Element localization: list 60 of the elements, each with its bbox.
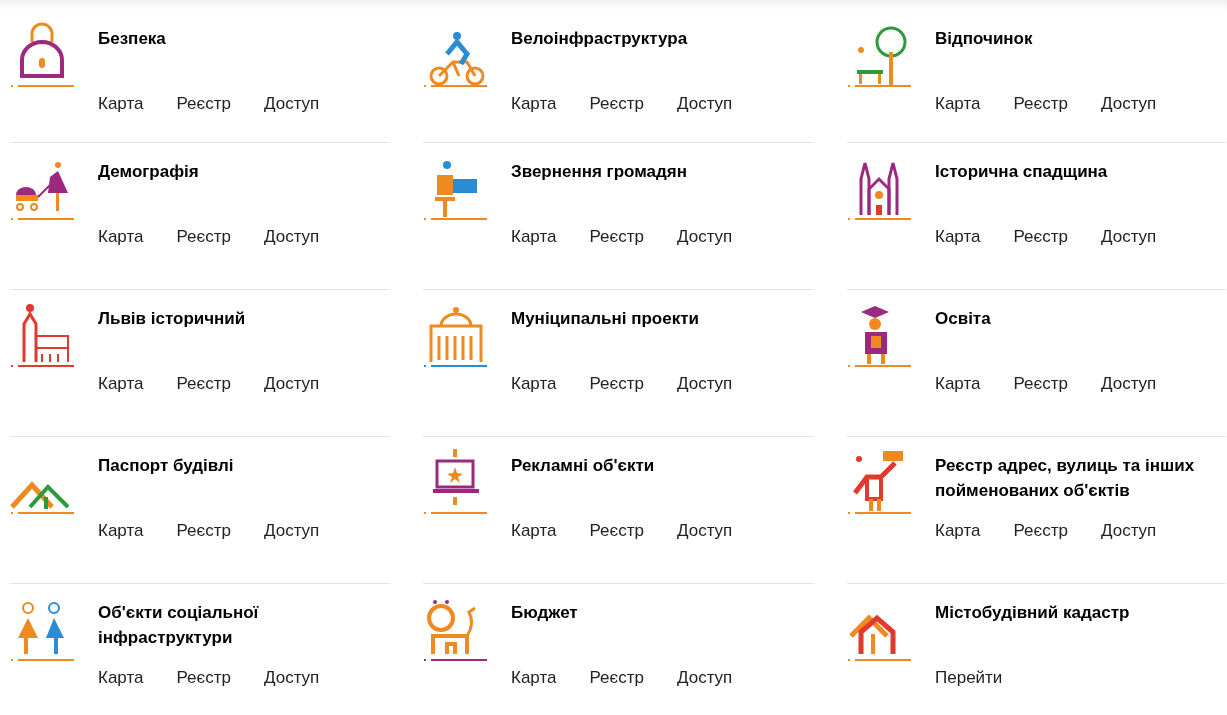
link[interactable]: Карта: [935, 92, 981, 116]
link[interactable]: Карта: [935, 519, 981, 543]
link[interactable]: Реєстр: [176, 225, 231, 249]
link[interactable]: Реєстр: [589, 666, 644, 690]
link[interactable]: Перейти: [935, 666, 1003, 690]
card-title: Освіта: [935, 308, 992, 330]
link[interactable]: Доступ: [676, 92, 733, 116]
link[interactable]: Карта: [511, 666, 557, 690]
link[interactable]: Карта: [511, 225, 557, 249]
card-title: Велоінфраструктура: [511, 28, 689, 50]
link[interactable]: Доступ: [676, 372, 733, 396]
link[interactable]: Карта: [98, 372, 144, 396]
link[interactable]: Доступ: [263, 225, 320, 249]
card-title: Муніципальні проекти: [511, 308, 700, 330]
link[interactable]: Карта: [935, 225, 981, 249]
link[interactable]: Доступ: [263, 666, 320, 690]
link[interactable]: Карта: [511, 92, 557, 116]
link[interactable]: Карта: [511, 519, 557, 543]
card-title: Рекламні об'єкти: [511, 455, 656, 477]
link[interactable]: Доступ: [263, 92, 320, 116]
card-title: Безпека: [98, 28, 167, 50]
link[interactable]: Реєстр: [1013, 92, 1068, 116]
link[interactable]: Реєстр: [589, 225, 644, 249]
link[interactable]: Доступ: [263, 519, 320, 543]
link[interactable]: Реєстр: [176, 92, 231, 116]
billboard-icon: [423, 447, 489, 515]
link[interactable]: Реєстр: [1013, 225, 1068, 249]
link[interactable]: Карта: [98, 519, 144, 543]
link[interactable]: Доступ: [1100, 92, 1157, 116]
link[interactable]: Карта: [98, 225, 144, 249]
card-title: Демографія: [98, 161, 200, 183]
link[interactable]: Доступ: [1100, 372, 1157, 396]
link[interactable]: Доступ: [676, 666, 733, 690]
link[interactable]: Карта: [935, 372, 981, 396]
link[interactable]: Реєстр: [589, 372, 644, 396]
card-title: Об'єкти соціальної інфраструктури: [98, 602, 260, 649]
card-title: Реєстр адрес, вулиць та інших пойменованих об'єктів: [935, 455, 1196, 502]
card-title: Історична спадщина: [935, 161, 1109, 183]
link[interactable]: Реєстр: [176, 372, 231, 396]
link[interactable]: Реєстр: [589, 519, 644, 543]
card-title: Містобудівний кадастр: [935, 602, 1131, 624]
link[interactable]: Доступ: [1100, 225, 1157, 249]
link[interactable]: Карта: [511, 372, 557, 396]
card-title: Бюджет: [511, 602, 579, 624]
link[interactable]: Доступ: [263, 372, 320, 396]
link[interactable]: Доступ: [676, 519, 733, 543]
link[interactable]: Реєстр: [176, 519, 231, 543]
link[interactable]: Реєстр: [589, 92, 644, 116]
link[interactable]: Реєстр: [176, 666, 231, 690]
card-title: Звернення громадян: [511, 161, 689, 183]
link[interactable]: Доступ: [676, 225, 733, 249]
lock-icon: [10, 20, 76, 88]
link[interactable]: Карта: [98, 92, 144, 116]
card-title: Відпочинок: [935, 28, 1034, 50]
link[interactable]: Карта: [98, 666, 144, 690]
link[interactable]: Доступ: [1100, 519, 1157, 543]
link[interactable]: Реєстр: [1013, 372, 1068, 396]
link[interactable]: Реєстр: [1013, 519, 1068, 543]
card-title: Паспорт будівлі: [98, 455, 235, 477]
card-title: Львів історичний: [98, 308, 247, 330]
